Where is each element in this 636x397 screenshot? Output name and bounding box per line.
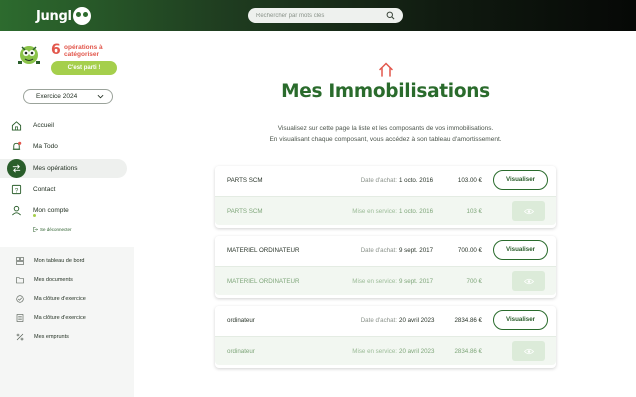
purchase-date-label: Date d'achat: — [360, 177, 397, 184]
service-date-label: Mise en service: — [352, 208, 397, 215]
sidebar-item-closing[interactable]: Ma clôture d'exercice — [0, 293, 134, 305]
promo-text: opérations à catégoriser — [64, 44, 103, 58]
document-icon — [16, 314, 24, 322]
eye-icon — [523, 348, 534, 354]
purchase-date-label: Date d'achat: — [360, 317, 397, 324]
sidebar-item-label: Ma clôture d'exercice — [34, 296, 86, 302]
asset-row: ordinateur Date d'achat: 20 avril 2023 2… — [215, 306, 556, 335]
component-name: PARTS SCM — [227, 208, 263, 215]
purchase-amount: 103.00 € — [457, 177, 482, 184]
logout-link[interactable]: Se déconnecter — [33, 227, 72, 232]
eye-icon — [523, 278, 534, 284]
logout-icon — [33, 227, 38, 232]
sidebar-item-label: Ma Todo — [33, 143, 58, 150]
component-amount: 700 € — [466, 278, 482, 285]
view-asset-button[interactable]: Visualiser — [493, 170, 548, 190]
sidebar-item-label: Mes opérations — [33, 165, 78, 172]
view-component-button[interactable] — [512, 271, 545, 291]
folder-icon — [16, 277, 24, 284]
component-row: PARTS SCM Mise en service: 1 octo. 2016 … — [215, 196, 556, 225]
fiscal-year-value: Exercice 2024 — [36, 93, 78, 100]
sidebar-item-accueil[interactable]: Accueil — [0, 116, 127, 135]
component-amount: 2834.86 € — [454, 348, 482, 355]
bell-icon — [12, 141, 22, 150]
asset-name: ordinateur — [227, 317, 255, 324]
component-row: MATERIEL ORDINATEUR Mise en service: 9 s… — [215, 266, 556, 295]
asset-row: PARTS SCM Date d'achat: 1 octo. 2016 103… — [215, 166, 556, 195]
view-asset-button[interactable]: Visualiser — [493, 240, 548, 260]
search-icon[interactable] — [386, 11, 395, 20]
view-asset-button[interactable]: Visualiser — [493, 310, 548, 330]
asset-name: MATERIEL ORDINATEUR — [227, 247, 300, 254]
mascot-icon — [18, 46, 40, 64]
component-amount: 103 € — [466, 208, 482, 215]
logout-label: Se déconnecter — [40, 227, 72, 232]
home-icon — [11, 121, 22, 131]
sidebar-item-loans[interactable]: Mes emprunts — [0, 331, 134, 343]
sidebar-item-label: Mon tableau de bord — [34, 258, 85, 264]
main-content: Mes Immobilisations Visualisez sur cette… — [135, 31, 636, 397]
search-bar[interactable] — [248, 8, 403, 23]
service-date: 1 octo. 2016 — [399, 208, 434, 215]
sidebar-item-dashboard[interactable]: Mon tableau de bord — [0, 255, 134, 267]
svg-text:?: ? — [15, 187, 19, 194]
service-date-label: Mise en service: — [352, 348, 397, 355]
sidebar-item-account[interactable]: Mon compte — [0, 201, 127, 220]
purchase-date: 9 sept. 2017 — [399, 247, 434, 254]
purchase-amount: 700.00 € — [457, 247, 482, 254]
service-date-label: Mise en service: — [352, 278, 397, 285]
sidebar-item-label: Accueil — [33, 122, 54, 129]
eye-icon — [523, 208, 534, 214]
top-bar: Jungl — [0, 0, 636, 31]
help-icon: ? — [11, 184, 22, 194]
online-status-dot — [33, 214, 36, 217]
purchase-date: 1 octo. 2016 — [399, 177, 434, 184]
sidebar-item-label: Mon compte — [33, 207, 69, 214]
sidebar-secondary: Mon tableau de bord Mes documents Ma clô… — [0, 247, 134, 397]
logo[interactable]: Jungl — [36, 7, 91, 25]
sidebar-item-contact[interactable]: ? Contact — [0, 180, 127, 199]
logo-text: Jungl — [36, 8, 72, 24]
purchase-amount: 2834.86 € — [454, 317, 482, 324]
fiscal-year-select[interactable]: Exercice 2024 — [23, 89, 113, 104]
asset-card: ordinateur Date d'achat: 20 avril 2023 2… — [215, 306, 556, 368]
view-component-button[interactable] — [512, 201, 545, 221]
user-icon — [12, 205, 21, 216]
service-date: 9 sept. 2017 — [399, 278, 434, 285]
sidebar-item-label: Ma clôture d'exercice — [34, 315, 86, 321]
sidebar-item-documents[interactable]: Mes documents — [0, 274, 134, 286]
asset-card: MATERIEL ORDINATEUR Date d'achat: 9 sept… — [215, 236, 556, 298]
sidebar-item-label: Contact — [33, 186, 56, 193]
purchase-date: 20 avril 2023 — [399, 317, 435, 324]
component-name: MATERIEL ORDINATEUR — [227, 278, 300, 285]
dashboard-icon — [16, 257, 24, 265]
sidebar-item-label: Mes documents — [34, 277, 73, 283]
page-title: Mes Immobilisations — [281, 81, 490, 102]
sidebar-main: 6 opérations à catégoriser C'est parti !… — [0, 31, 134, 247]
page-description-line-2: En visualisant chaque composant, vous ac… — [269, 136, 502, 143]
sidebar-item-todo[interactable]: Ma Todo — [0, 137, 127, 156]
asset-row: MATERIEL ORDINATEUR Date d'achat: 9 sept… — [215, 236, 556, 265]
check-circle-icon — [16, 295, 24, 303]
sidebar: 6 opérations à catégoriser C'est parti !… — [0, 31, 134, 397]
sidebar-item-closing-2[interactable]: Ma clôture d'exercice — [0, 312, 134, 324]
sidebar-item-label: Mes emprunts — [34, 334, 69, 340]
start-categorizing-button[interactable]: C'est parti ! — [51, 61, 117, 75]
service-date: 20 avril 2023 — [399, 348, 435, 355]
component-name: ordinateur — [227, 348, 255, 355]
percent-icon — [16, 333, 24, 341]
purchase-date-label: Date d'achat: — [360, 247, 397, 254]
logo-mascot-icon — [72, 7, 91, 25]
pending-count: 6 — [51, 42, 61, 58]
search-input[interactable] — [256, 12, 376, 19]
house-icon — [379, 62, 393, 77]
component-row: ordinateur Mise en service: 20 avril 202… — [215, 336, 556, 365]
view-component-button[interactable] — [512, 341, 545, 361]
sidebar-item-operations[interactable]: Mes opérations — [0, 159, 127, 178]
transfer-icon — [12, 164, 21, 173]
asset-name: PARTS SCM — [227, 177, 263, 184]
page-description-line-1: Visualisez sur cette page la liste et le… — [277, 125, 494, 132]
chevron-down-icon — [97, 94, 104, 99]
asset-card: PARTS SCM Date d'achat: 1 octo. 2016 103… — [215, 166, 556, 228]
